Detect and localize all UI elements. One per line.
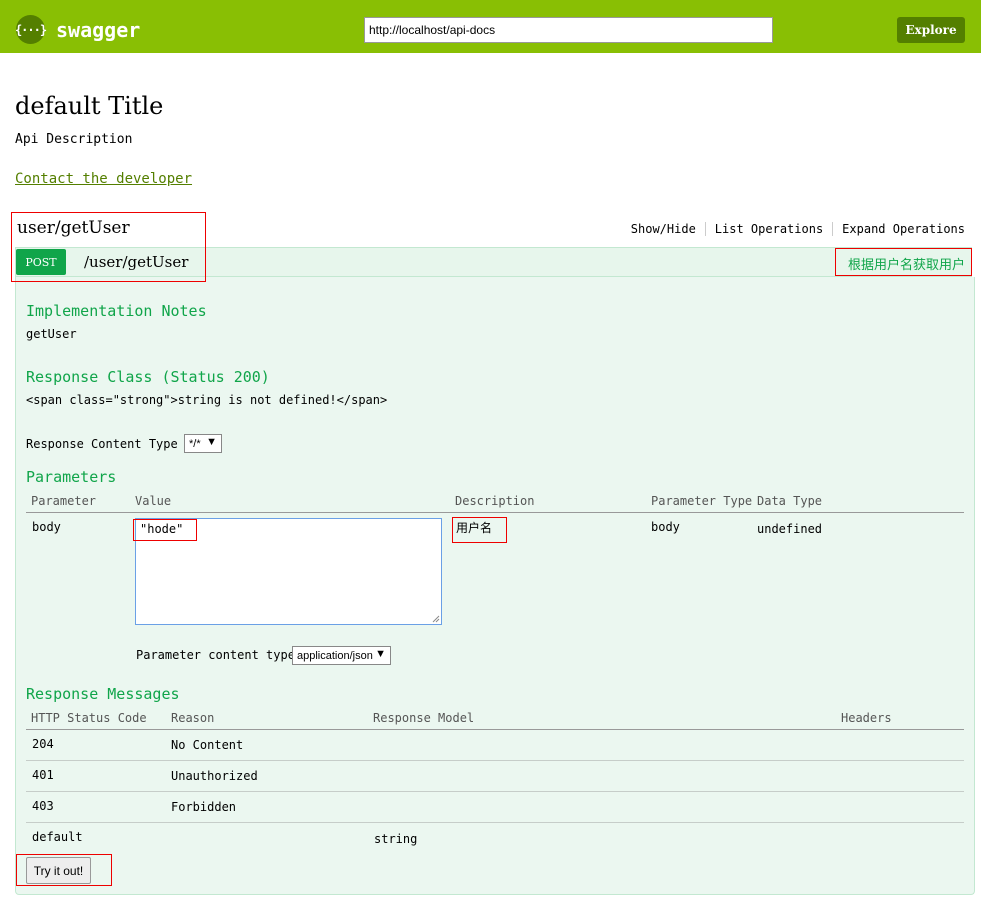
row-divider	[26, 791, 964, 792]
show-hide-link[interactable]: Show/Hide	[622, 222, 705, 236]
api-url-input[interactable]	[364, 17, 773, 43]
resp-col-reason: Reason	[171, 711, 215, 725]
explore-button[interactable]: Explore	[897, 17, 965, 43]
response-code: default	[32, 830, 83, 844]
dropdown-arrow-icon: ▼	[375, 648, 386, 660]
param-type: body	[651, 520, 680, 534]
contact-developer-link[interactable]: Contact the developer	[15, 171, 192, 187]
annotation-box-description	[452, 517, 507, 543]
expand-operations-link[interactable]: Expand Operations	[832, 222, 965, 236]
parameter-content-type-label: Parameter content type:	[136, 648, 303, 662]
annotation-box-resource	[11, 212, 206, 282]
response-reason: No Content	[171, 738, 244, 752]
param-data-type: undefined	[757, 522, 823, 536]
param-col-description: Description	[455, 494, 535, 508]
row-divider	[26, 760, 964, 761]
response-reason: Forbidden	[171, 800, 237, 814]
response-reason: Unauthorized	[171, 769, 258, 783]
response-code: 401	[32, 768, 54, 782]
annotation-box-try-button	[16, 854, 112, 886]
responses-header-rule	[26, 729, 964, 730]
param-name: body	[32, 520, 61, 534]
row-divider	[26, 822, 964, 823]
param-col-value: Value	[135, 494, 172, 508]
resource-actions: Show/Hide List Operations Expand Operati…	[622, 222, 965, 236]
response-class-heading: Response Class (Status 200)	[26, 368, 270, 386]
response-code: 204	[32, 737, 54, 751]
resize-grip-icon[interactable]	[432, 615, 440, 623]
api-description: Api Description	[15, 132, 133, 147]
logo-text[interactable]: swagger	[56, 18, 140, 42]
param-col-data-type: Data Type	[757, 494, 823, 508]
implementation-notes-text: getUser	[26, 327, 77, 341]
response-content-type-value: */*	[189, 437, 201, 450]
response-code: 403	[32, 799, 54, 813]
resp-col-headers: Headers	[841, 711, 892, 725]
annotation-box-value	[133, 519, 197, 541]
resp-col-response-model: Response Model	[373, 711, 475, 725]
response-messages-heading: Response Messages	[26, 685, 180, 703]
list-operations-link[interactable]: List Operations	[704, 222, 832, 236]
annotation-box-summary	[835, 248, 972, 276]
top-bar: {···} swagger Explore	[0, 0, 981, 53]
resp-col-status-code: HTTP Status Code	[31, 711, 147, 725]
response-model: string	[374, 832, 418, 846]
parameters-header-rule	[26, 512, 964, 513]
parameter-content-type-value: application/json	[297, 649, 373, 662]
param-col-parameter: Parameter	[31, 494, 97, 508]
parameters-heading: Parameters	[26, 468, 117, 486]
response-class-body: <span class="strong">string is not defin…	[26, 393, 388, 407]
page-title: default Title	[15, 92, 164, 120]
response-content-type-select[interactable]: */* ▼	[184, 434, 222, 453]
implementation-notes-heading: Implementation Notes	[26, 302, 207, 320]
dropdown-arrow-icon: ▼	[206, 436, 217, 448]
response-content-type-label: Response Content Type	[26, 437, 178, 451]
parameter-content-type-select[interactable]: application/json ▼	[292, 646, 391, 665]
param-col-parameter-type: Parameter Type	[651, 494, 753, 508]
swagger-logo-icon[interactable]: {···}	[15, 15, 47, 44]
